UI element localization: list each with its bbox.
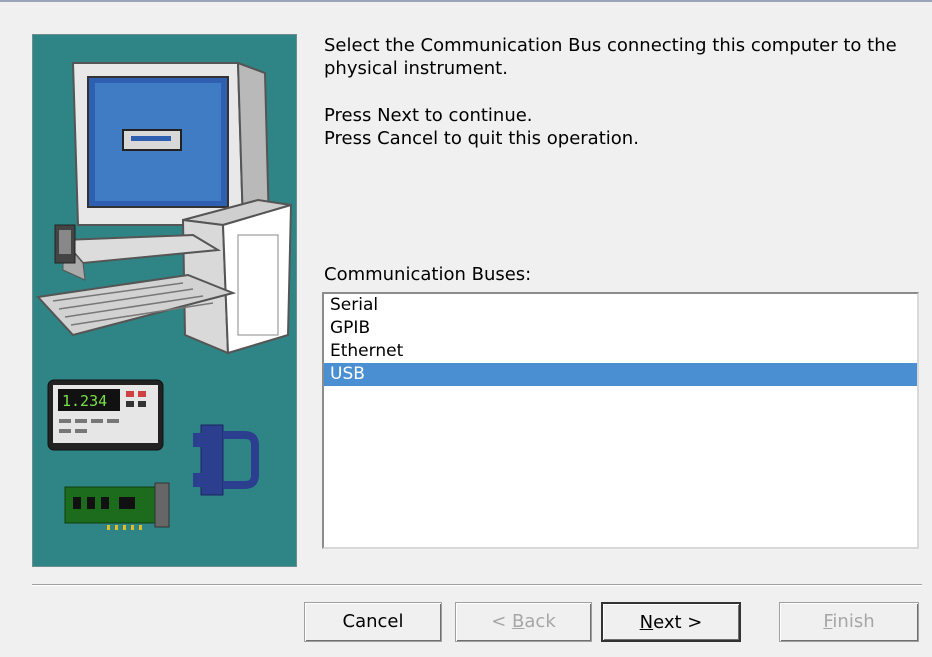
finish-button[interactable]: Finish <box>779 602 919 642</box>
computer-monitor-icon <box>71 61 271 229</box>
cancel-button-label: Cancel <box>342 611 404 632</box>
connector-icon <box>193 424 259 496</box>
list-item-usb[interactable]: USB <box>324 363 917 386</box>
instruction-press-next: Press Next to continue. <box>324 105 533 126</box>
multimeter-icon: 1.234 <box>47 379 164 451</box>
cancel-button[interactable]: Cancel <box>304 602 442 642</box>
list-item-serial[interactable]: Serial <box>324 294 917 317</box>
communication-buses-label: Communication Buses: <box>324 264 532 285</box>
window-top-border <box>0 0 932 2</box>
computer-tower-icon <box>181 198 293 355</box>
next-button[interactable]: Next > <box>601 602 741 642</box>
back-button[interactable]: < Back <box>455 602 592 642</box>
instruction-select-bus: Select the Communication Bus connecting … <box>324 35 897 79</box>
footer-separator <box>32 584 922 586</box>
instructions: Select the Communication Bus connecting … <box>324 34 914 150</box>
svg-text:1.234: 1.234 <box>62 392 107 410</box>
communication-buses-listbox[interactable]: Serial GPIB Ethernet USB <box>322 292 919 549</box>
instruction-press-cancel: Press Cancel to quit this operation. <box>324 128 639 149</box>
list-item-gpib[interactable]: GPIB <box>324 317 917 340</box>
wizard-illustration: 1.234 <box>32 34 297 567</box>
list-item-ethernet[interactable]: Ethernet <box>324 340 917 363</box>
interface-card-icon <box>64 482 170 530</box>
